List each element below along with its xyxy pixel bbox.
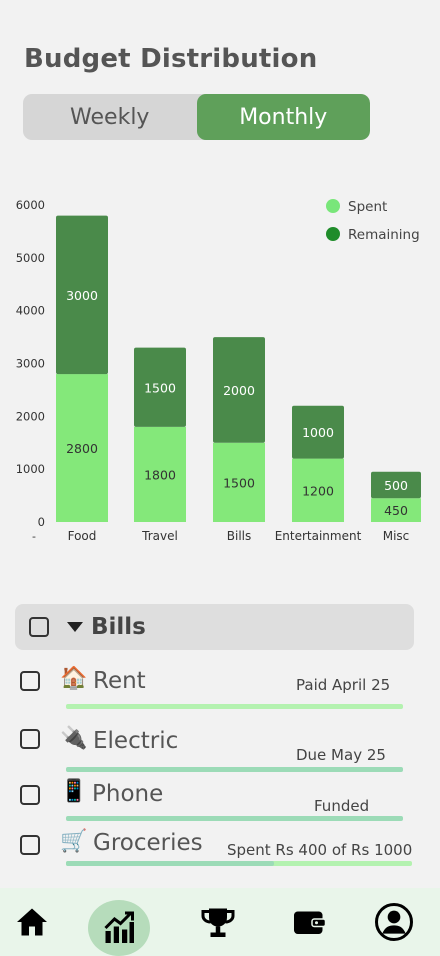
- plug-icon: 🔌: [60, 726, 88, 751]
- group-checkbox[interactable]: [29, 617, 49, 637]
- y-tick-label: 4000: [16, 304, 45, 318]
- phone-checkbox[interactable]: [20, 785, 40, 805]
- y-tick-label: 1000: [16, 462, 45, 476]
- legend-label: Spent: [348, 199, 387, 215]
- x-origin-label: -: [32, 530, 36, 543]
- x-tick-label: Bills: [227, 529, 252, 543]
- electric-checkbox[interactable]: [20, 729, 40, 749]
- item-name: Phone: [92, 781, 164, 807]
- y-tick-label: 2000: [16, 409, 45, 423]
- data-label: 1800: [144, 467, 176, 482]
- toggle-monthly[interactable]: Monthly: [196, 94, 370, 140]
- data-label: 1500: [223, 475, 255, 490]
- item-status: Paid April 25: [296, 676, 391, 694]
- nav-wallet[interactable]: [285, 898, 333, 946]
- bottom-nav: [0, 888, 440, 956]
- legend-marker-remaining: [326, 227, 340, 241]
- nav-stats[interactable]: [88, 900, 150, 956]
- nav-trophy[interactable]: [194, 898, 242, 946]
- house-icon: 🏠: [60, 666, 88, 691]
- cart-icon: 🛒: [60, 829, 88, 854]
- toggle-weekly[interactable]: Weekly: [23, 94, 197, 140]
- y-tick-label: 0: [38, 515, 45, 529]
- nav-profile[interactable]: [370, 898, 418, 946]
- nav-home[interactable]: [8, 898, 56, 946]
- period-toggle: Weekly Monthly: [23, 94, 370, 140]
- item-name: Rent: [93, 668, 146, 694]
- stats-icon: [104, 911, 134, 943]
- home-icon: [17, 908, 47, 936]
- phone-progress-bar: [66, 816, 403, 821]
- data-label: 500: [384, 478, 408, 493]
- groceries-progress-fill: [66, 861, 274, 866]
- y-tick-label: 3000: [16, 357, 45, 371]
- item-name: Groceries: [93, 830, 203, 856]
- legend-marker-spent: [326, 199, 340, 213]
- caret-down-icon[interactable]: [67, 622, 83, 632]
- y-tick-label: 5000: [16, 251, 45, 265]
- budget-bar-chart: 0 1000 2000 3000 4000 5000 6000 - 2800 3000 Food 18…: [16, 198, 421, 543]
- item-status: Funded: [314, 797, 370, 815]
- x-tick-label: Entertainment: [275, 529, 362, 543]
- data-label: 2000: [223, 383, 255, 398]
- group-label: Bills: [91, 614, 146, 640]
- item-status: Due May 25: [296, 746, 386, 764]
- profile-icon: [375, 903, 413, 941]
- trophy-icon: [201, 908, 235, 937]
- item-status: Spent Rs 400 of Rs 1000: [227, 841, 413, 859]
- y-tick-label: 6000: [16, 198, 45, 212]
- rent-checkbox[interactable]: [20, 671, 40, 691]
- legend-label: Remaining: [348, 227, 420, 243]
- groceries-checkbox[interactable]: [20, 835, 40, 855]
- item-name: Electric: [93, 728, 179, 754]
- data-label: 1500: [144, 380, 176, 395]
- x-tick-label: Misc: [383, 529, 410, 543]
- data-label: 3000: [66, 288, 98, 303]
- wallet-icon: [294, 911, 327, 934]
- x-tick-label: Travel: [141, 529, 178, 543]
- data-label: 450: [384, 503, 408, 518]
- bills-group-header[interactable]: Bills: [15, 604, 414, 650]
- data-label: 1200: [302, 483, 334, 498]
- x-tick-label: Food: [68, 529, 97, 543]
- electric-progress-bar: [66, 767, 403, 772]
- data-label: 2800: [66, 441, 98, 456]
- data-label: 1000: [302, 425, 334, 440]
- page-title: Budget Distribution: [24, 44, 318, 74]
- phone-icon: 📱: [60, 779, 88, 804]
- rent-progress-bar: [66, 704, 403, 709]
